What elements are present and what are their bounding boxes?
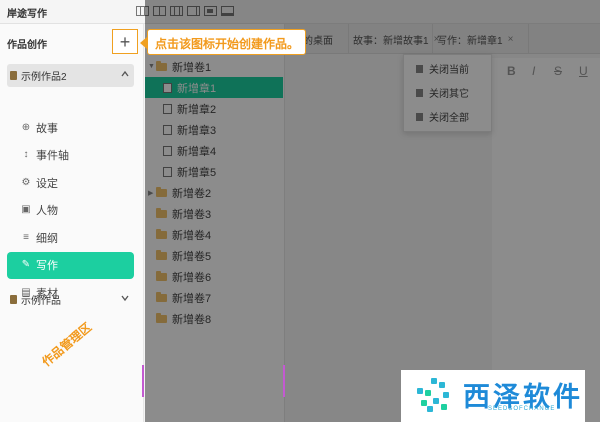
list-icon: ≡ [23,231,29,243]
tutorial-overlay [145,0,600,422]
sort-icon: ↕ [23,149,29,161]
nav-label: 故事 [36,122,58,135]
nav-item-settings[interactable]: ⚙ 设定 [7,169,134,197]
id-card-icon: ▣ [21,204,31,216]
nav-label: 人物 [36,205,58,218]
book-icon [10,71,17,80]
nav-item-timeline[interactable]: ↕ 事件轴 [7,142,134,170]
nav-label: 写作 [36,260,58,273]
callout-text: 点击该图标开始创建作品。 [155,37,300,51]
gears-icon: ⚙ [21,176,31,188]
chevron-down-icon[interactable] [121,294,129,302]
sidebar-header: 作品创作 [7,40,47,51]
pencil-icon: ✎ [21,259,31,271]
watermark-subtitle: SEEDSOFCHANGE [488,406,556,412]
watermark: 西泽软件 SEEDSOFCHANGE [401,370,585,422]
project-sidebar: 作品创作 + 示例作品2 ⊕ 故事 ↕ 事件轴 ⚙ 设定 ▣ 人物 ≡ 细纲 ✎ [0,24,144,422]
project-item-2[interactable]: 示例作品 [7,288,134,311]
project-label: 示例作品2 [21,72,67,83]
nav-label: 细纲 [36,232,58,245]
nav-item-outline[interactable]: ≡ 细纲 [7,224,134,252]
book-icon [10,295,17,304]
guide-marker [283,365,285,397]
app-title: 岸途写作 [7,9,47,20]
project-nav: ⊕ 故事 ↕ 事件轴 ⚙ 设定 ▣ 人物 ≡ 细纲 ✎ 写作 ▤ 素材 [7,114,134,307]
chevron-up-icon[interactable] [121,70,129,78]
nav-item-characters[interactable]: ▣ 人物 [7,197,134,225]
nav-label: 事件轴 [36,150,69,163]
guide-marker [142,365,144,397]
plus-icon: + [119,31,131,52]
add-project-button[interactable]: + [112,29,138,54]
nav-label: 设定 [36,177,58,190]
nav-item-writing[interactable]: ✎ 写作 [7,251,134,279]
nav-item-story[interactable]: ⊕ 故事 [7,114,134,142]
project-item-1[interactable]: 示例作品2 [7,64,134,87]
project-label: 示例作品 [21,296,61,307]
globe-icon: ⊕ [21,121,31,133]
tutorial-callout: 点击该图标开始创建作品。 [140,29,306,55]
logo-mark-icon [417,378,451,412]
